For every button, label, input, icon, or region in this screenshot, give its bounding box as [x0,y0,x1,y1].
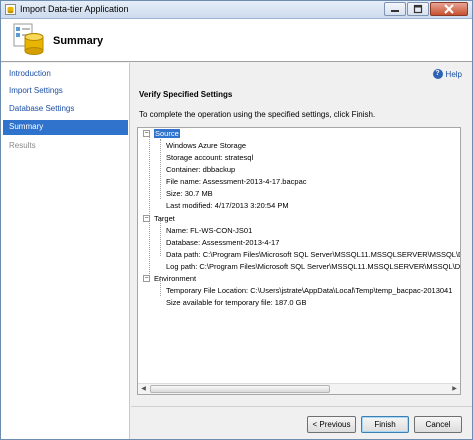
header-banner: Summary [1,19,472,62]
scroll-left-icon[interactable]: ◀ [138,384,149,394]
main-content: ? Help Verify Specified Settings To comp… [131,63,472,406]
tree-leaf: Windows Azure Storage [166,141,247,150]
nav-item-results: Results [9,141,36,150]
tree-leaf: Container: dbbackup [166,165,236,174]
tree-node-environment[interactable]: − Environment [143,273,197,284]
help-icon: ? [432,69,443,79]
tree-node-label: Environment [154,274,197,283]
tree-node-label: Source [154,129,180,138]
tree-leaf: Log path: C:\Program Files\Microsoft SQL… [166,262,460,271]
instruction-text: To complete the operation using the spec… [139,110,376,119]
close-icon [444,4,454,14]
source-connector [160,139,161,199]
tree-node-label: Target [154,214,175,223]
tree-leaf: File name: Assessment-2013-4-17.bacpac [166,177,307,186]
close-button[interactable] [430,2,468,16]
horizontal-scrollbar[interactable]: ◀ ▶ [138,383,460,394]
tree-leaf: Data path: C:\Program Files\Microsoft SQ… [166,250,460,259]
previous-button[interactable]: < Previous [307,416,356,433]
collapse-icon[interactable]: − [143,275,150,282]
maximize-icon [413,4,423,14]
tree-viewport: − Source Windows Azure Storage Storage a… [138,128,460,384]
collapse-icon[interactable]: − [143,215,150,222]
tree-root-connector [149,134,150,276]
minimize-icon [391,10,399,12]
tree-leaf: Storage account: stratesql [166,153,254,162]
tree-leaf: Temporary File Location: C:\Users\jstrat… [166,286,453,295]
finish-button[interactable]: Finish [361,416,409,433]
caption-buttons [383,2,468,17]
settings-tree[interactable]: − Source Windows Azure Storage Storage a… [137,127,461,395]
tree-leaf: Database: Assessment-2013-4-17 [166,238,280,247]
window-title: Import Data-tier Application [20,4,129,14]
minimize-button[interactable] [384,2,406,16]
title-bar[interactable]: Import Data-tier Application [1,1,472,19]
tree-leaf: Size available for temporary file: 187.0… [166,298,307,307]
help-label: Help [445,69,462,79]
page-title: Summary [53,35,104,47]
section-title: Verify Specified Settings [139,90,233,99]
scrollbar-thumb[interactable] [150,385,330,393]
cancel-button[interactable]: Cancel [414,416,462,433]
nav-item-database-settings[interactable]: Database Settings [3,102,128,117]
help-link[interactable]: ? Help [432,69,462,79]
tree-node-source[interactable]: − Source [143,128,180,139]
nav-item-summary[interactable]: Summary [3,120,128,135]
nav-item-introduction[interactable]: Introduction [3,67,128,82]
import-dialog-window: Import Data-tier Application Summary Int… [0,0,473,440]
footer-buttons: < Previous Finish Cancel [131,406,472,439]
tree-node-target[interactable]: − Target [143,213,175,224]
wizard-steps-nav: Introduction Import Settings Database Se… [1,63,130,439]
tree-leaf: Name: FL-WS-CON-JS01 [166,226,253,235]
scroll-right-icon[interactable]: ▶ [449,384,460,394]
nav-item-import-settings[interactable]: Import Settings [3,84,128,99]
collapse-icon[interactable]: − [143,130,150,137]
maximize-button[interactable] [407,2,429,16]
tree-leaf: Size: 30.7 MB [166,189,213,198]
tree-leaf: Last modified: 4/17/2013 3:20:54 PM [166,201,289,210]
database-cylinder-icon [13,23,44,55]
database-import-icon [5,4,16,15]
